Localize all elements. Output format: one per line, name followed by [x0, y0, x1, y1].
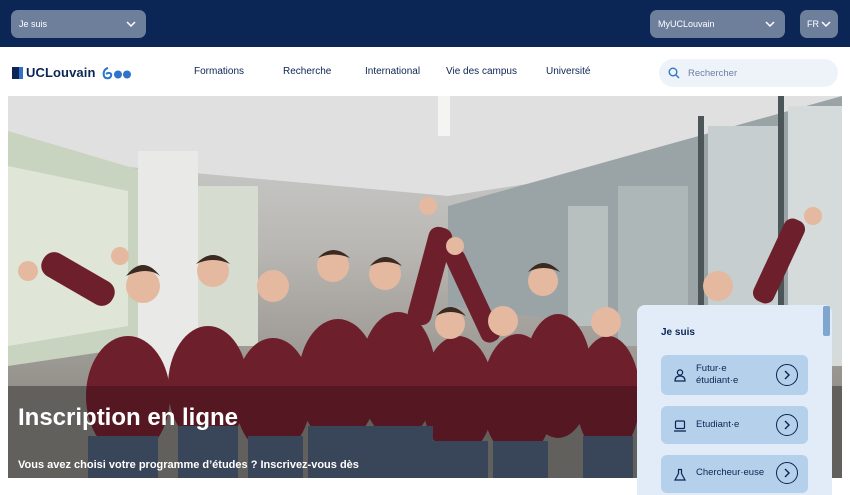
hero-subtitle: Vous avez choisi votre programme d’étude… — [18, 459, 359, 471]
nav-item-international[interactable]: International — [365, 66, 420, 77]
chevron-right-icon — [776, 364, 798, 386]
profile-option-label: Etudiant·e — [696, 419, 740, 430]
chevron-right-icon — [776, 462, 798, 484]
nav-item-universite[interactable]: Université — [546, 66, 590, 77]
search-box[interactable] — [659, 59, 838, 87]
person-icon — [674, 369, 686, 382]
top-bar: Je suis MyUCLouvain FR — [0, 0, 850, 47]
logo-text: UCLouvain — [26, 65, 96, 80]
chevron-down-icon — [126, 21, 136, 28]
profile-option-label: Futur·e — [696, 363, 727, 374]
portal-select[interactable]: MyUCLouvain — [650, 10, 785, 38]
profile-option-label: Chercheur·euse — [696, 467, 765, 478]
anniversary-600-logo — [102, 66, 131, 79]
portal-select-value: MyUCLouvain — [658, 19, 715, 29]
profile-option-future-student[interactable]: Futur·e étudiant·e — [661, 355, 808, 395]
profile-option-label-line2: étudiant·e — [696, 375, 739, 386]
uclouvain-logo[interactable]: UCLouvain — [12, 65, 134, 80]
language-select-value: FR — [807, 19, 819, 29]
search-input[interactable] — [688, 67, 818, 79]
chevron-down-icon — [765, 21, 775, 28]
chevron-right-icon — [776, 414, 798, 436]
language-select[interactable]: FR — [800, 10, 838, 38]
audience-select[interactable]: Je suis — [11, 10, 146, 38]
nav-item-recherche[interactable]: Recherche — [283, 66, 331, 77]
hero-title: Inscription en ligne — [18, 404, 239, 431]
search-icon — [668, 67, 680, 79]
nav-item-vie-des-campus[interactable]: Vie des campus — [446, 66, 517, 77]
profile-option-researcher[interactable]: Chercheur·euse — [661, 455, 808, 493]
audience-select-value: Je suis — [19, 19, 48, 29]
flask-icon — [673, 468, 687, 481]
laptop-icon — [674, 420, 686, 432]
profile-option-student[interactable]: Etudiant·e — [661, 406, 808, 444]
main-navigation: UCLouvain Formations Recherche Internati… — [0, 47, 850, 96]
profile-card-scrollbar[interactable] — [823, 306, 830, 336]
profile-card-title: Je suis — [661, 327, 695, 338]
nav-item-formations[interactable]: Formations — [194, 66, 244, 77]
logo-mark-icon — [12, 66, 23, 79]
profile-card: Je suis Futur·e étudiant·e Etudiant·e Ch… — [637, 305, 832, 495]
chevron-down-icon — [821, 21, 831, 28]
